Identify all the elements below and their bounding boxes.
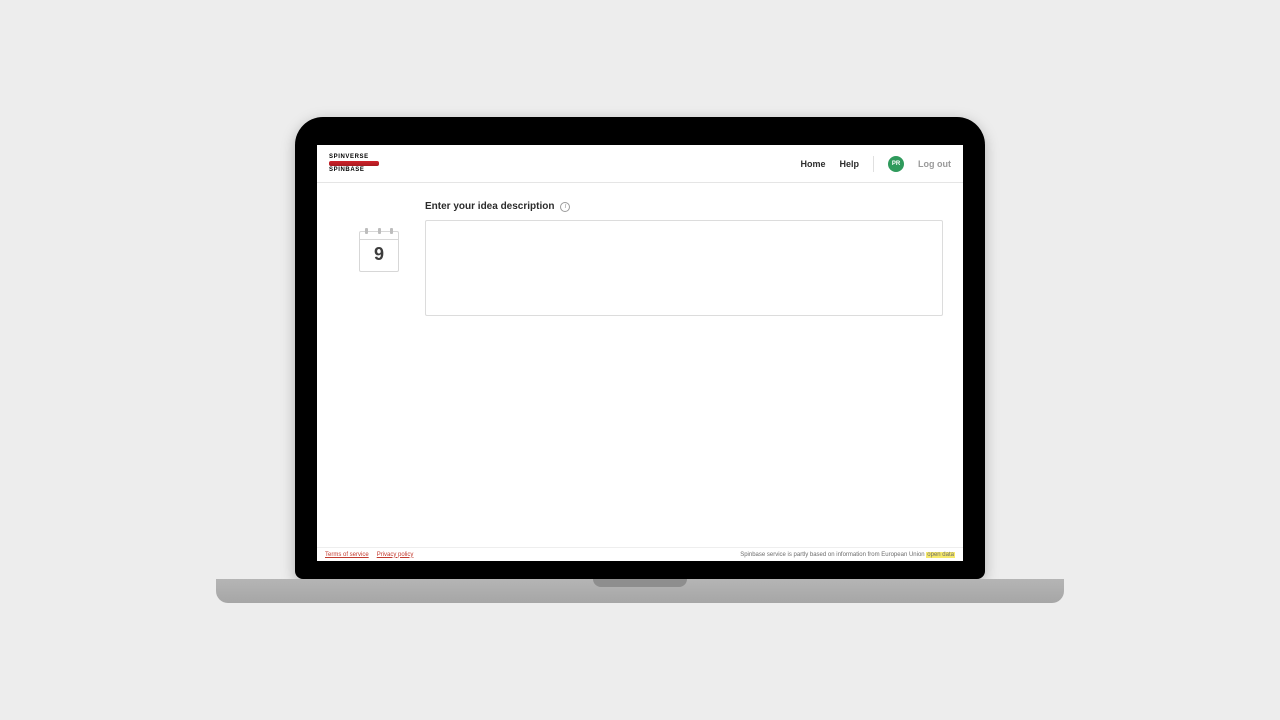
logo-bar-icon — [329, 161, 379, 166]
calendar-day: 9 — [374, 240, 384, 271]
nav-help[interactable]: Help — [839, 159, 859, 169]
info-icon[interactable]: i — [560, 202, 570, 212]
logo-top: SPINVERSE — [329, 154, 379, 160]
app-screen: SPINVERSE SPINBASE Home Help PR Log out — [317, 145, 963, 561]
idea-textarea[interactable] — [425, 220, 943, 316]
footer-note-text: Spinbase service is partly based on info… — [740, 552, 926, 558]
sidebar: 9 — [333, 201, 425, 547]
footer: Terms of service Privacy policy Spinbase… — [317, 547, 963, 561]
idea-label: Enter your idea description — [425, 201, 554, 212]
logout-button[interactable]: Log out — [918, 159, 951, 169]
logo[interactable]: SPINVERSE SPINBASE — [329, 154, 379, 173]
main: 9 Enter your idea description i — [317, 183, 963, 547]
nav-home[interactable]: Home — [800, 159, 825, 169]
header: SPINVERSE SPINBASE Home Help PR Log out — [317, 145, 963, 183]
calendar-hinge-icon — [365, 228, 393, 234]
nav: Home Help PR Log out — [800, 156, 951, 172]
idea-label-row: Enter your idea description i — [425, 201, 943, 212]
laptop-notch — [593, 579, 687, 587]
laptop-base — [216, 579, 1064, 603]
calendar-widget[interactable]: 9 — [359, 231, 399, 272]
laptop-bezel: SPINVERSE SPINBASE Home Help PR Log out — [295, 117, 985, 579]
content: Enter your idea description i — [425, 201, 943, 547]
footer-privacy-link[interactable]: Privacy policy — [377, 552, 414, 558]
footer-terms-link[interactable]: Terms of service — [325, 552, 369, 558]
footer-note: Spinbase service is partly based on info… — [740, 552, 955, 558]
logo-bottom: SPINBASE — [329, 167, 379, 173]
avatar[interactable]: PR — [888, 156, 904, 172]
laptop-mockup: SPINVERSE SPINBASE Home Help PR Log out — [216, 117, 1064, 603]
nav-divider — [873, 156, 874, 172]
footer-note-highlight: open data — [926, 552, 955, 558]
